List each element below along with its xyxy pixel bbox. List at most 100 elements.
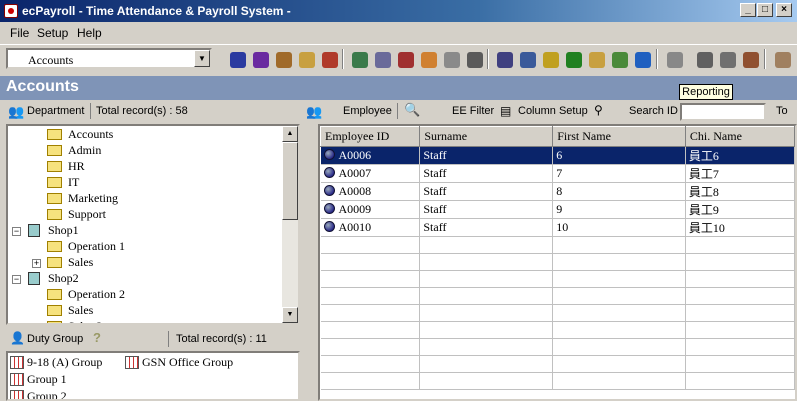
collapse-icon[interactable]: −	[12, 275, 21, 284]
expand-icon[interactable]: +	[34, 323, 39, 324]
department-label[interactable]: Department	[27, 105, 84, 117]
table-row[interactable]: A0010 Staff 10 員工10	[320, 218, 795, 237]
table-cell[interactable]: 10	[552, 218, 686, 237]
module-combo-value: Accounts	[28, 53, 74, 67]
monitor-icon[interactable]	[694, 49, 716, 71]
table-cell[interactable]: Staff	[419, 146, 554, 165]
calculator-icon[interactable]	[349, 49, 371, 71]
clock-icon[interactable]	[464, 49, 486, 71]
column-setup-button[interactable]: Column Setup	[518, 105, 588, 117]
table-cell[interactable]: A0008	[320, 182, 421, 201]
printer-icon[interactable]	[664, 49, 686, 71]
home-icon[interactable]	[586, 49, 608, 71]
table-cell[interactable]: Staff	[419, 200, 554, 219]
run-icon[interactable]	[563, 49, 585, 71]
shop-icon[interactable]	[319, 49, 341, 71]
table-cell[interactable]: 7	[552, 164, 686, 183]
menu-setup[interactable]: Setup	[37, 26, 68, 40]
department-tree[interactable]: Accounts Admin HR IT Marketing Support − Shop1 O…	[6, 124, 300, 325]
report-icon[interactable]	[372, 49, 394, 71]
table-cell[interactable]: 員工6	[685, 146, 795, 165]
table-cell[interactable]: 員工7	[685, 164, 795, 183]
table-row[interactable]: A0009 Staff 9 員工9	[320, 200, 795, 219]
duty-group-list[interactable]: 9-18 (A) Group GSN Office Group Group 1 …	[6, 351, 300, 401]
cell-text: A0007	[338, 166, 372, 180]
table-row	[320, 253, 795, 271]
column-header-chi-name[interactable]: Chi. Name	[684, 126, 795, 147]
settings-icon[interactable]	[418, 49, 440, 71]
table-cell[interactable]: Staff	[419, 182, 554, 201]
employee-label[interactable]: Employee	[343, 105, 392, 117]
binoculars-icon[interactable]: ⚲	[594, 103, 603, 117]
scroll-up-icon[interactable]: ▲	[282, 126, 298, 142]
edit-icon[interactable]	[441, 49, 463, 71]
exit-icon[interactable]	[772, 49, 794, 71]
expand-icon[interactable]: +	[32, 259, 41, 268]
schedule-icon[interactable]	[395, 49, 417, 71]
folder-icon[interactable]	[296, 49, 318, 71]
collapse-icon[interactable]: −	[12, 227, 21, 236]
table-row[interactable]: A0008 Staff 8 員工8	[320, 182, 795, 201]
scroll-down-icon[interactable]: ▼	[282, 307, 298, 323]
module-combo[interactable]: Accounts ▼	[6, 48, 212, 69]
list-item[interactable]: GSN Office Group	[125, 355, 233, 370]
user-icon[interactable]	[273, 49, 295, 71]
table-cell[interactable]: Staff	[419, 164, 554, 183]
groups-icon[interactable]	[250, 49, 272, 71]
tree-scrollbar[interactable]: ▲ ▼	[282, 126, 298, 323]
table-cell	[320, 321, 421, 339]
menu-help[interactable]: Help	[77, 26, 102, 40]
column-header-surname[interactable]: Surname	[419, 126, 554, 147]
copy-icon[interactable]	[494, 49, 516, 71]
table-cell[interactable]: 員工8	[685, 182, 795, 201]
employees-icon[interactable]	[227, 49, 249, 71]
tools-icon[interactable]	[740, 49, 762, 71]
table-cell[interactable]: Staff	[419, 218, 554, 237]
employee-icon[interactable]: 👥	[306, 104, 322, 120]
column-header-first-name[interactable]: First Name	[552, 126, 686, 147]
minimize-button[interactable]: _	[740, 3, 756, 17]
table-cell[interactable]: 員工10	[685, 218, 795, 237]
table-row[interactable]: A0007 Staff 7 員工7	[320, 164, 795, 183]
list-item[interactable]: Group 1	[10, 372, 67, 387]
mail-icon[interactable]	[517, 49, 539, 71]
table-cell	[685, 338, 795, 356]
maximize-button[interactable]: □	[757, 3, 773, 17]
list-item[interactable]: 9-18 (A) Group	[10, 355, 102, 370]
cell-text: 10	[556, 220, 569, 234]
employee-status-icon	[323, 149, 335, 160]
menu-file[interactable]: File	[10, 26, 29, 40]
chevron-down-icon[interactable]: ▼	[194, 50, 210, 67]
close-button[interactable]: ×	[776, 3, 792, 17]
table-cell[interactable]: A0010	[320, 218, 421, 237]
employee-status-icon	[323, 203, 335, 214]
column-header-employee-id[interactable]: Employee ID	[320, 126, 421, 147]
cell-text: 員工8	[688, 185, 719, 199]
globe-user-icon[interactable]	[609, 49, 631, 71]
search-icon[interactable]: 🔍	[404, 102, 420, 118]
table-cell[interactable]: 員工9	[685, 200, 795, 219]
folder-icon	[47, 145, 62, 156]
scroll-thumb[interactable]	[282, 142, 298, 220]
wrench-icon[interactable]	[717, 49, 739, 71]
table-cell[interactable]: 6	[552, 146, 686, 165]
table-cell[interactable]: A0006	[320, 146, 421, 165]
cell-text: 員工10	[688, 221, 725, 235]
table-cell	[320, 270, 421, 288]
ee-filter-button[interactable]: EE Filter	[452, 105, 494, 117]
search-id-input[interactable]	[680, 103, 766, 121]
globe-icon[interactable]	[632, 49, 654, 71]
table-row[interactable]: A0006 Staff 6 員工6	[320, 146, 795, 165]
list-item[interactable]: Group 2	[10, 389, 67, 399]
help-icon[interactable]: ?	[93, 330, 101, 345]
app-icon[interactable]	[4, 4, 18, 18]
table-cell[interactable]: 9	[552, 200, 686, 219]
table-cell[interactable]: 8	[552, 182, 686, 201]
duty-group-label[interactable]: Duty Group	[27, 333, 83, 345]
tree-node-label: Support	[68, 207, 107, 221]
table-cell[interactable]: A0009	[320, 200, 421, 219]
table-cell[interactable]: A0007	[320, 164, 421, 183]
dollar-icon[interactable]	[540, 49, 562, 71]
tree-node-label: Operation 1	[68, 239, 125, 253]
employee-grid[interactable]: Employee ID Surname First Name Chi. Name…	[318, 124, 797, 401]
